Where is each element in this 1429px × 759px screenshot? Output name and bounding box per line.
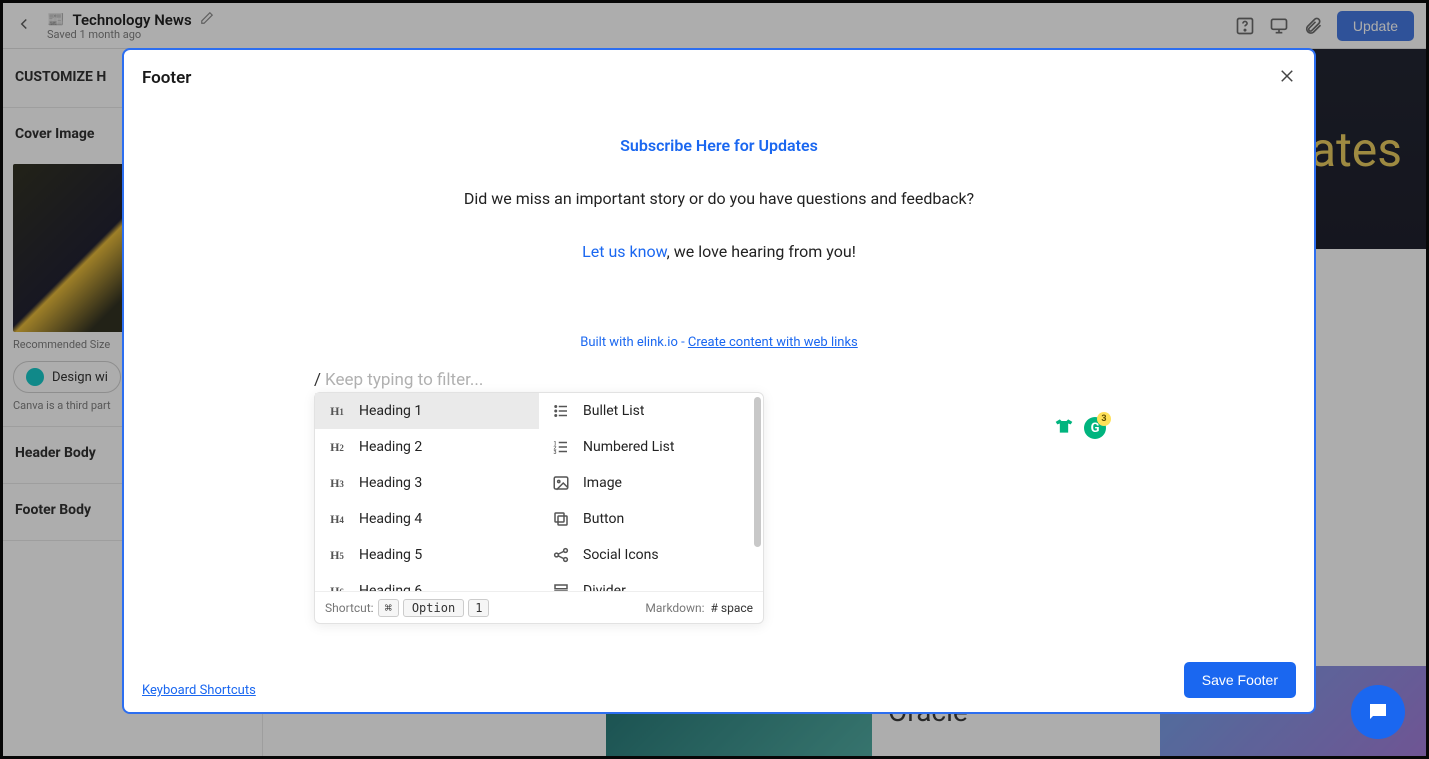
menu-footer: Shortcut: ⌘ Option 1 Markdown: # space xyxy=(315,591,763,623)
close-icon[interactable] xyxy=(1278,67,1296,89)
footer-editor-content[interactable]: Subscribe Here for Updates Did we miss a… xyxy=(142,96,1296,654)
menu-item-heading-2[interactable]: H2Heading 2 xyxy=(315,429,539,465)
menu-item-button[interactable]: Button xyxy=(539,501,763,537)
menu-scrollbar[interactable] xyxy=(754,397,761,547)
slash-placeholder: Keep typing to filter... xyxy=(325,370,483,390)
block-insert-menu: H1Heading 1H2Heading 2H3Heading 3H4Headi… xyxy=(314,392,764,624)
heading-icon: H1 xyxy=(327,401,347,421)
slash-command-input[interactable]: / Keep typing to filter... xyxy=(314,370,483,390)
social-icon xyxy=(551,545,571,565)
image-icon xyxy=(551,473,571,493)
save-footer-button[interactable]: Save Footer xyxy=(1184,662,1296,698)
chat-fab-button[interactable] xyxy=(1351,685,1405,739)
menu-item-image[interactable]: Image xyxy=(539,465,763,501)
hearing-from-you-text: , we love hearing from you! xyxy=(667,242,856,261)
menu-item-heading-1[interactable]: H1Heading 1 xyxy=(315,393,539,429)
kbd-one: 1 xyxy=(468,599,489,617)
kbd-option: Option xyxy=(403,599,464,617)
heading-icon: H5 xyxy=(327,545,347,565)
slash-char: / xyxy=(314,370,321,390)
menu-item-heading-4[interactable]: H4Heading 4 xyxy=(315,501,539,537)
miss-story-text: Did we miss an important story or do you… xyxy=(142,189,1296,208)
heading-icon: H6 xyxy=(327,581,347,591)
shortcut-label: Shortcut: xyxy=(325,601,374,615)
heading-icon: H2 xyxy=(327,437,347,457)
kbd-cmd: ⌘ xyxy=(378,599,399,617)
numbered-icon: 123 xyxy=(551,437,571,457)
markdown-label: Markdown: xyxy=(645,601,704,615)
footer-editor-modal: Footer Subscribe Here for Updates Did we… xyxy=(122,48,1316,714)
grammarly-badge: 3 xyxy=(1097,412,1111,426)
heading-icon: H3 xyxy=(327,473,347,493)
menu-item-bullet-list[interactable]: Bullet List xyxy=(539,393,763,429)
markdown-value: # space xyxy=(711,601,753,615)
built-with-text: Built with elink.io xyxy=(580,335,678,350)
divider-icon xyxy=(551,581,571,591)
bullet-icon xyxy=(551,401,571,421)
let-us-know-link[interactable]: Let us know xyxy=(582,242,666,261)
modal-title: Footer xyxy=(142,68,191,88)
svg-text:3: 3 xyxy=(554,450,557,456)
menu-item-heading-5[interactable]: H5Heading 5 xyxy=(315,537,539,573)
menu-item-heading-3[interactable]: H3Heading 3 xyxy=(315,465,539,501)
keyboard-shortcuts-link[interactable]: Keyboard Shortcuts xyxy=(142,683,256,698)
subscribe-link[interactable]: Subscribe Here for Updates xyxy=(620,136,818,155)
heading-icon: H4 xyxy=(327,509,347,529)
menu-item-divider[interactable]: Divider xyxy=(539,573,763,591)
menu-item-social-icons[interactable]: Social Icons xyxy=(539,537,763,573)
create-content-link[interactable]: Create content with web links xyxy=(688,335,858,350)
menu-item-numbered-list[interactable]: 123Numbered List xyxy=(539,429,763,465)
tshirt-icon[interactable] xyxy=(1054,416,1074,440)
button-icon xyxy=(551,509,571,529)
grammarly-icon[interactable]: G 3 xyxy=(1084,417,1106,439)
menu-item-heading-6[interactable]: H6Heading 6 xyxy=(315,573,539,591)
